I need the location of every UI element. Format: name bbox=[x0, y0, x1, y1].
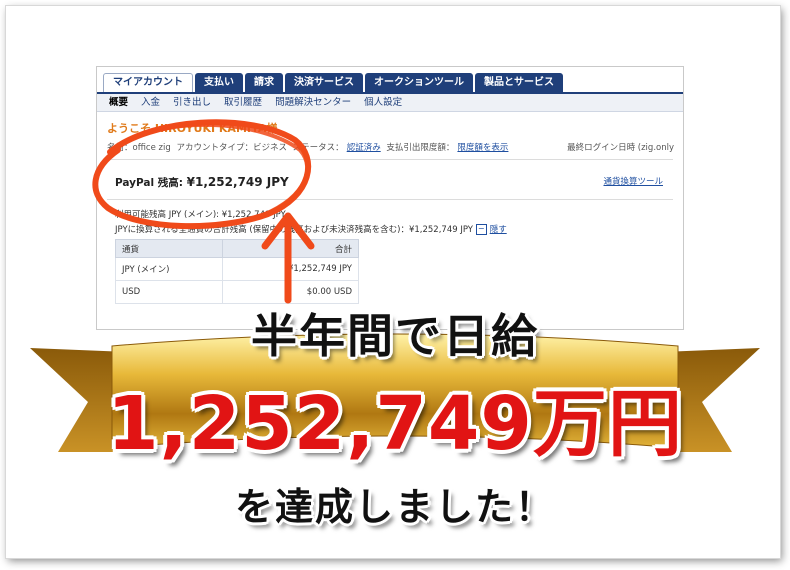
headline-line-3: を達成しました！ bbox=[234, 485, 555, 529]
headline-amount: 1,252,749万円 bbox=[107, 381, 683, 467]
headline-line-1: 半年間で日給 bbox=[251, 309, 539, 363]
